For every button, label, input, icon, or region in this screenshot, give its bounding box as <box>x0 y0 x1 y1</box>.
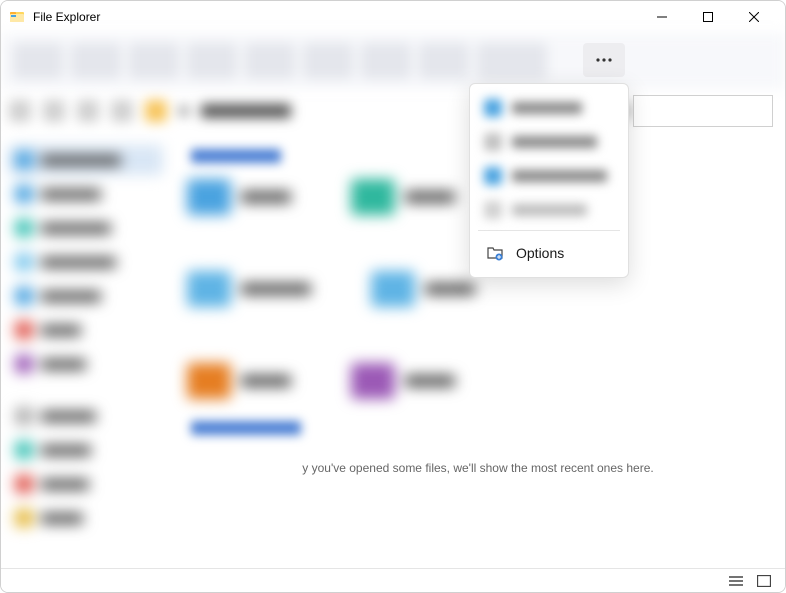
folder-tile[interactable] <box>371 271 475 307</box>
sidebar-item[interactable] <box>9 281 163 311</box>
sidebar-item[interactable] <box>9 401 163 431</box>
section-header <box>191 149 281 163</box>
sidebar-item[interactable] <box>9 179 163 209</box>
titlebar: File Explorer <box>1 1 785 33</box>
statusbar <box>1 568 785 592</box>
sidebar-item[interactable] <box>9 145 163 175</box>
more-options-menu: Options <box>469 83 629 278</box>
grid-icon <box>757 575 771 587</box>
section-header <box>191 421 301 435</box>
thumbnails-view-button[interactable] <box>753 572 775 590</box>
toolbar <box>1 33 785 89</box>
file-explorer-window: File Explorer <box>0 0 786 593</box>
content-area: y you've opened some files, we'll show t… <box>1 133 785 568</box>
sidebar-item[interactable] <box>9 315 163 345</box>
menu-item-options[interactable]: Options <box>474 235 624 271</box>
sidebar-item[interactable] <box>9 503 163 533</box>
file-explorer-icon <box>9 9 25 25</box>
sidebar-item[interactable] <box>9 349 163 379</box>
details-view-button[interactable] <box>725 572 747 590</box>
folder-tile[interactable] <box>187 179 291 215</box>
folder-tile[interactable] <box>351 363 455 399</box>
sidebar-item[interactable] <box>9 213 163 243</box>
folder-tile[interactable] <box>187 271 311 307</box>
options-icon <box>486 244 504 262</box>
folder-tile[interactable] <box>187 363 291 399</box>
options-label: Options <box>516 245 564 261</box>
sidebar-item[interactable] <box>9 247 163 277</box>
sidebar <box>1 133 171 568</box>
folder-tile[interactable] <box>351 179 455 215</box>
menu-divider <box>478 230 620 231</box>
menu-item-blurred[interactable] <box>476 126 622 158</box>
list-icon <box>729 575 743 587</box>
window-title: File Explorer <box>33 10 639 24</box>
sidebar-item[interactable] <box>9 469 163 499</box>
more-options-button[interactable] <box>583 43 625 77</box>
ellipsis-icon <box>595 51 613 69</box>
close-button[interactable] <box>731 1 777 33</box>
minimize-button[interactable] <box>639 1 685 33</box>
recent-files-hint: y you've opened some files, we'll show t… <box>187 453 769 475</box>
menu-item-blurred[interactable] <box>476 160 622 192</box>
search-box[interactable] <box>633 95 773 127</box>
maximize-button[interactable] <box>685 1 731 33</box>
menu-item-blurred[interactable] <box>476 92 622 124</box>
menu-item-blurred[interactable] <box>476 194 622 226</box>
window-controls <box>639 1 777 33</box>
sidebar-item[interactable] <box>9 435 163 465</box>
addressbar-area <box>1 89 785 133</box>
